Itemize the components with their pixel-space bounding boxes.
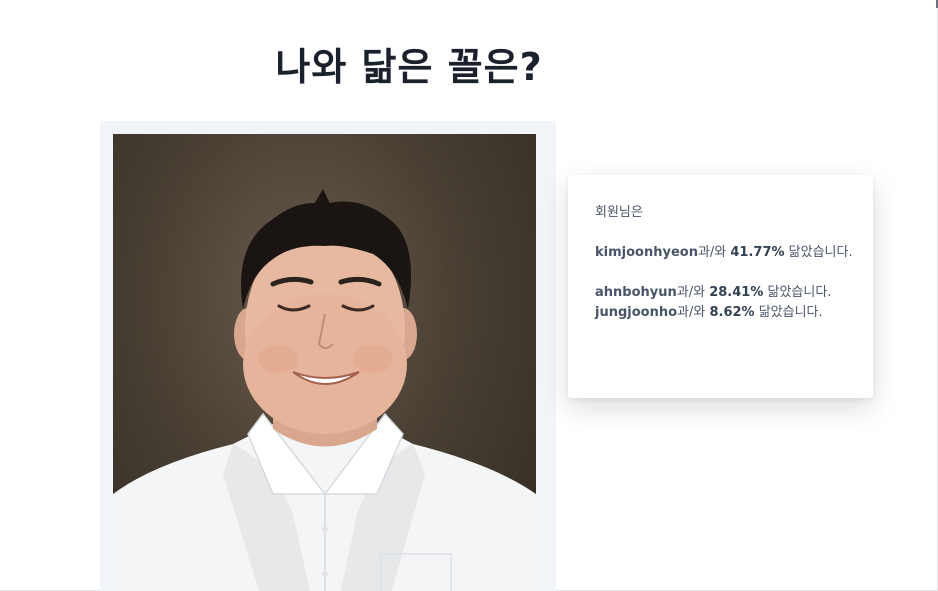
match-particle: 과/와 [677,305,710,320]
page: 나와 닮은 꼴은? 회원님은 kimjoonhyeon과/와 41.77% 닮았… [0,0,938,591]
match-particle: 과/와 [697,245,731,260]
match-row: jungjoonho과/와 8.62% 닮았습니다. [595,303,853,323]
match-suffix: 닮았습니다. [784,245,853,260]
match-name: jungjoonho [595,305,678,320]
match-suffix: 닮았습니다. [754,305,823,320]
page-title: 나와 닮은 꼴은? [275,45,543,89]
match-name: kimjoonhyeon [595,245,698,260]
match-row: ahnbohyun과/와 28.41% 닮았습니다. [595,283,853,303]
result-body: 회원님은 kimjoonhyeon과/와 41.77% 닮았습니다. ahnbo… [595,203,853,323]
result-intro: 회원님은 [595,205,643,220]
match-particle: 과/와 [676,285,710,300]
match-percent: 8.62% [709,305,755,320]
match-row: kimjoonhyeon과/와 41.77% 닮았습니다. [595,243,853,263]
uploaded-photo [113,134,536,591]
face-photo-icon [113,189,536,591]
match-percent: 41.77% [730,245,785,260]
result-card: 회원님은 kimjoonhyeon과/와 41.77% 닮았습니다. ahnbo… [568,175,873,398]
match-name: ahnbohyun [595,285,677,300]
match-percent: 28.41% [709,285,764,300]
photo-frame [100,121,556,591]
match-suffix: 닮았습니다. [763,285,832,300]
